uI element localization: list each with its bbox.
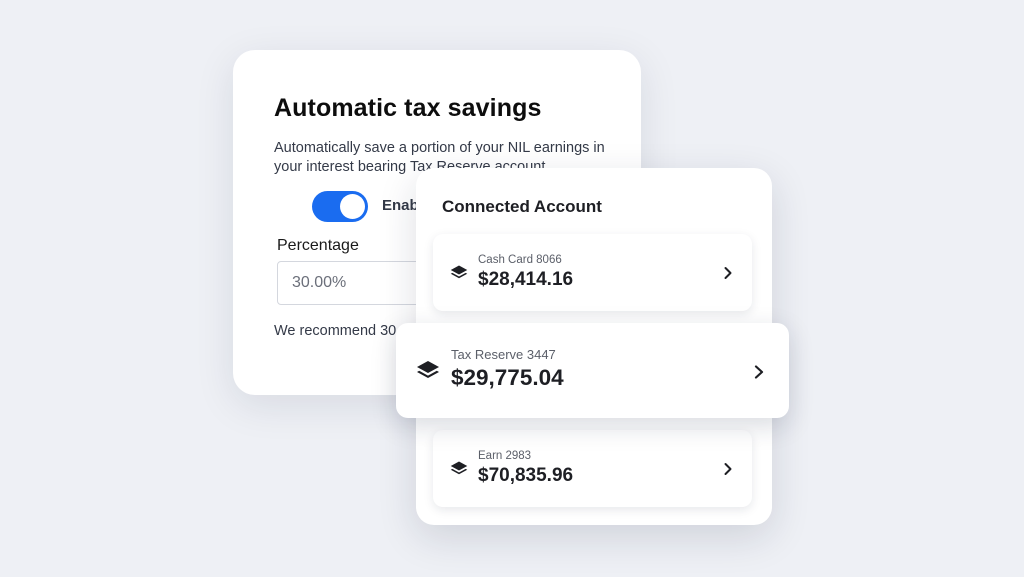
app-frame: Automatic tax savings Automatically save… [0,0,1024,577]
account-balance: $70,835.96 [478,465,574,486]
account-row-cash-card[interactable]: Cash Card 8066 $28,414.16 [433,234,752,311]
chevron-right-icon [754,365,764,379]
account-name: Tax Reserve 3447 [451,347,556,362]
toggle-label: Enab [382,197,419,214]
percentage-label: Percentage [277,237,359,254]
layers-icon [417,361,439,378]
account-row-tax-reserve[interactable]: Tax Reserve 3447 $29,775.04 [396,323,789,418]
account-balance: $28,414.16 [478,269,574,290]
account-name: Cash Card 8066 [478,254,562,266]
layers-icon [450,265,468,279]
account-name: Earn 2983 [478,450,532,462]
chevron-right-icon [724,463,732,475]
auto-save-toggle[interactable] [312,191,368,222]
account-balance: $29,775.04 [451,365,564,390]
tax-savings-title: Automatic tax savings [274,94,542,122]
chevron-right-icon [724,267,732,279]
connected-account-title: Connected Account [442,197,602,216]
account-row-earn[interactable]: Earn 2983 $70,835.96 [433,430,752,507]
toggle-knob [340,194,365,219]
layers-icon [450,461,468,475]
